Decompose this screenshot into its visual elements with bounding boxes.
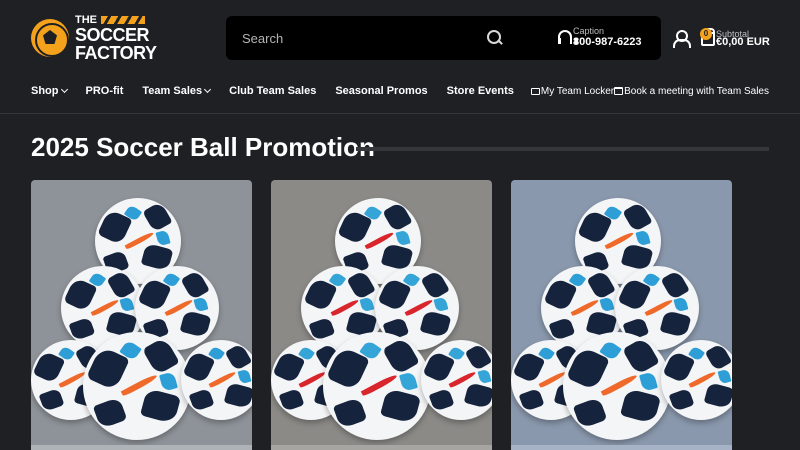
utility-link-label: Book a meeting with Team Sales [624,85,769,97]
soccer-ball-image [661,340,732,420]
chevron-down-icon [60,85,68,94]
cart-button[interactable]: 0 Subtotal €0,00 EUR [700,28,781,52]
soccer-ball-image [181,340,252,420]
my-team-locker-link[interactable]: My Team Locker [530,85,615,97]
phone-number: 800-987-6223 [573,36,642,48]
soccer-ball-image [83,332,191,440]
product-card[interactable] [31,180,252,450]
phone-contact[interactable]: Caption 800-987-6223 [558,16,661,60]
account-icon[interactable] [672,30,691,48]
nav-item-club-team-sales[interactable]: Club Team Sales [229,85,316,97]
utility-link-label: My Team Locker [540,85,615,97]
page-title: 2025 Soccer Ball Promotion [31,132,375,162]
site-logo[interactable]: THE SOCCER FACTORY [31,13,157,63]
folder-icon [530,87,540,95]
product-card[interactable] [271,180,492,450]
search-input[interactable] [242,30,472,46]
cart-count-badge: 0 [700,28,712,40]
nav-item-label: Store Events [446,85,514,97]
nav-item-pro-fit[interactable]: PRO-fit [86,85,124,97]
chevron-down-icon [204,85,212,94]
search-bar [226,16,558,60]
logo-line-1: THE [75,13,97,26]
soccer-ball-image [563,332,671,440]
nav-item-seasonal-promos[interactable]: Seasonal Promos [335,85,427,97]
cart-subtotal-value: €0,00 EUR [716,36,770,48]
nav-item-label: PRO-fit [85,85,124,97]
phone-caption: Caption [573,26,605,36]
nav-item-team-sales[interactable]: Team Sales [142,85,212,97]
site-header: THE SOCCER FACTORY Caption 800-987-6223 … [0,0,800,114]
main-nav: Shop PRO-fit Team Sales Club Team Sales … [31,82,533,100]
soccer-ball-logo-icon [31,19,69,57]
headset-icon [558,30,578,44]
nav-item-label: Team Sales [142,85,203,97]
product-card-footer [271,445,492,450]
book-meeting-link[interactable]: Book a meeting with Team Sales [614,86,769,97]
nav-item-label: Shop [31,85,59,97]
nav-item-label: Seasonal Promos [335,85,428,97]
nav-item-label: Club Team Sales [229,85,317,97]
title-divider [356,147,769,151]
calendar-icon [614,87,624,95]
product-card-footer [511,445,732,450]
product-card[interactable] [511,180,732,450]
logo-line-2: SOCCER [75,24,150,45]
logo-wordmark: THE SOCCER FACTORY [75,13,157,63]
nav-item-shop[interactable]: Shop [31,85,68,97]
logo-line-3: FACTORY [75,42,157,63]
product-card-footer [31,445,252,450]
utility-links: My Team Locker Book a meeting with Team … [530,83,769,99]
soccer-ball-image [323,332,431,440]
nav-item-store-events[interactable]: Store Events [447,85,514,97]
search-icon[interactable] [487,30,503,46]
logo-stripes [101,16,145,24]
soccer-ball-image [421,340,492,420]
